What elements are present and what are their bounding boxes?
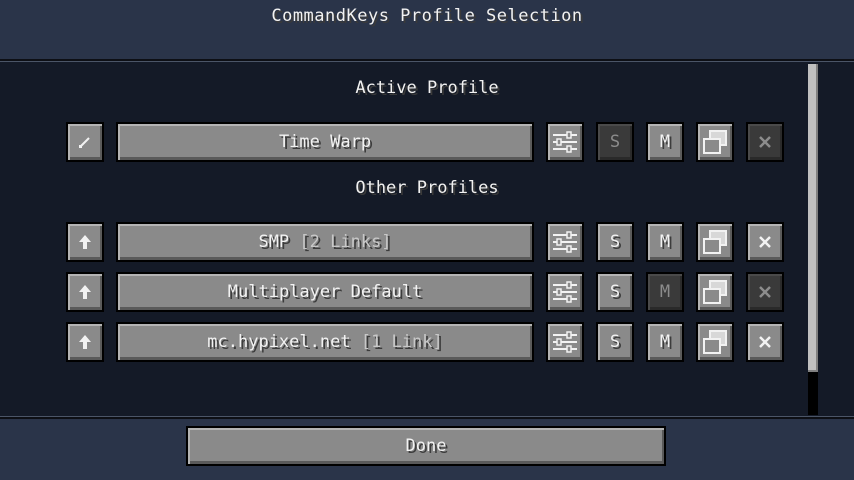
multi-label: M: [659, 332, 671, 352]
active-profile-heading: Active Profile: [355, 78, 499, 98]
profile-multi-button[interactable]: M: [646, 272, 684, 312]
profile-name-button[interactable]: mc.hypixel.net [1 Link]: [116, 322, 534, 362]
active-profile-delete-button[interactable]: [746, 122, 784, 162]
profile-name: SMP: [258, 232, 290, 252]
done-button[interactable]: Done: [186, 426, 666, 466]
sliders-icon: [552, 330, 578, 354]
profile-selection-screen: CommandKeys Profile Selection Active Pro…: [0, 0, 854, 480]
sliders-icon: [552, 230, 578, 254]
profile-edit-button[interactable]: [546, 222, 584, 262]
active-profile-edit-button[interactable]: [546, 122, 584, 162]
profile-link-count: [1 Link]: [360, 332, 443, 352]
profile-name: Multiplayer Default: [227, 282, 423, 302]
profile-delete-button[interactable]: [746, 322, 784, 362]
active-profile-name: Time Warp: [278, 132, 372, 152]
single-label: S: [609, 232, 621, 252]
close-icon: [758, 135, 772, 149]
up-arrow-icon: [78, 234, 92, 250]
close-icon: [758, 285, 772, 299]
active-profile-name-button[interactable]: Time Warp: [116, 122, 534, 162]
profile-name: mc.hypixel.net: [207, 332, 351, 352]
profile-activate-button[interactable]: [66, 222, 104, 262]
profile-single-button[interactable]: S: [596, 272, 634, 312]
up-arrow-icon: [78, 284, 92, 300]
profile-single-button[interactable]: S: [596, 322, 634, 362]
scrollbar-thumb[interactable]: [808, 64, 818, 372]
copy-icon: [701, 279, 729, 305]
other-profiles-heading: Other Profiles: [355, 178, 499, 198]
profile-multi-button[interactable]: M: [646, 222, 684, 262]
single-label: S: [609, 282, 621, 302]
copy-icon: [701, 129, 729, 155]
profile-copy-button[interactable]: [696, 272, 734, 312]
close-icon: [758, 235, 772, 249]
single-label: S: [609, 132, 621, 152]
sliders-icon: [552, 130, 578, 154]
multi-label: M: [659, 282, 671, 302]
done-label: Done: [405, 436, 447, 456]
multi-label: M: [659, 232, 671, 252]
screen-title: CommandKeys Profile Selection: [271, 6, 583, 26]
sliders-icon: [552, 280, 578, 304]
close-icon: [758, 335, 772, 349]
profile-name-button[interactable]: Multiplayer Default: [116, 272, 534, 312]
active-profile-multi-button[interactable]: M: [646, 122, 684, 162]
copy-icon: [701, 229, 729, 255]
multi-label: M: [659, 132, 671, 152]
profile-delete-button[interactable]: [746, 272, 784, 312]
single-label: S: [609, 332, 621, 352]
profile-multi-button[interactable]: M: [646, 322, 684, 362]
copy-icon: [701, 329, 729, 355]
active-profile-copy-button[interactable]: [696, 122, 734, 162]
profile-edit-button[interactable]: [546, 272, 584, 312]
profile-activate-button[interactable]: [66, 322, 104, 362]
profile-edit-button[interactable]: [546, 322, 584, 362]
link-icon: [77, 134, 93, 150]
footer-divider: [0, 417, 854, 419]
profile-link-count: [2 Links]: [299, 232, 392, 252]
active-profile-single-button[interactable]: S: [596, 122, 634, 162]
profile-delete-button[interactable]: [746, 222, 784, 262]
profile-copy-button[interactable]: [696, 222, 734, 262]
up-arrow-icon: [78, 334, 92, 350]
profile-copy-button[interactable]: [696, 322, 734, 362]
profile-single-button[interactable]: S: [596, 222, 634, 262]
profile-activate-button[interactable]: [66, 272, 104, 312]
profile-name-button[interactable]: SMP [2 Links]: [116, 222, 534, 262]
active-profile-link-button[interactable]: [66, 122, 104, 162]
